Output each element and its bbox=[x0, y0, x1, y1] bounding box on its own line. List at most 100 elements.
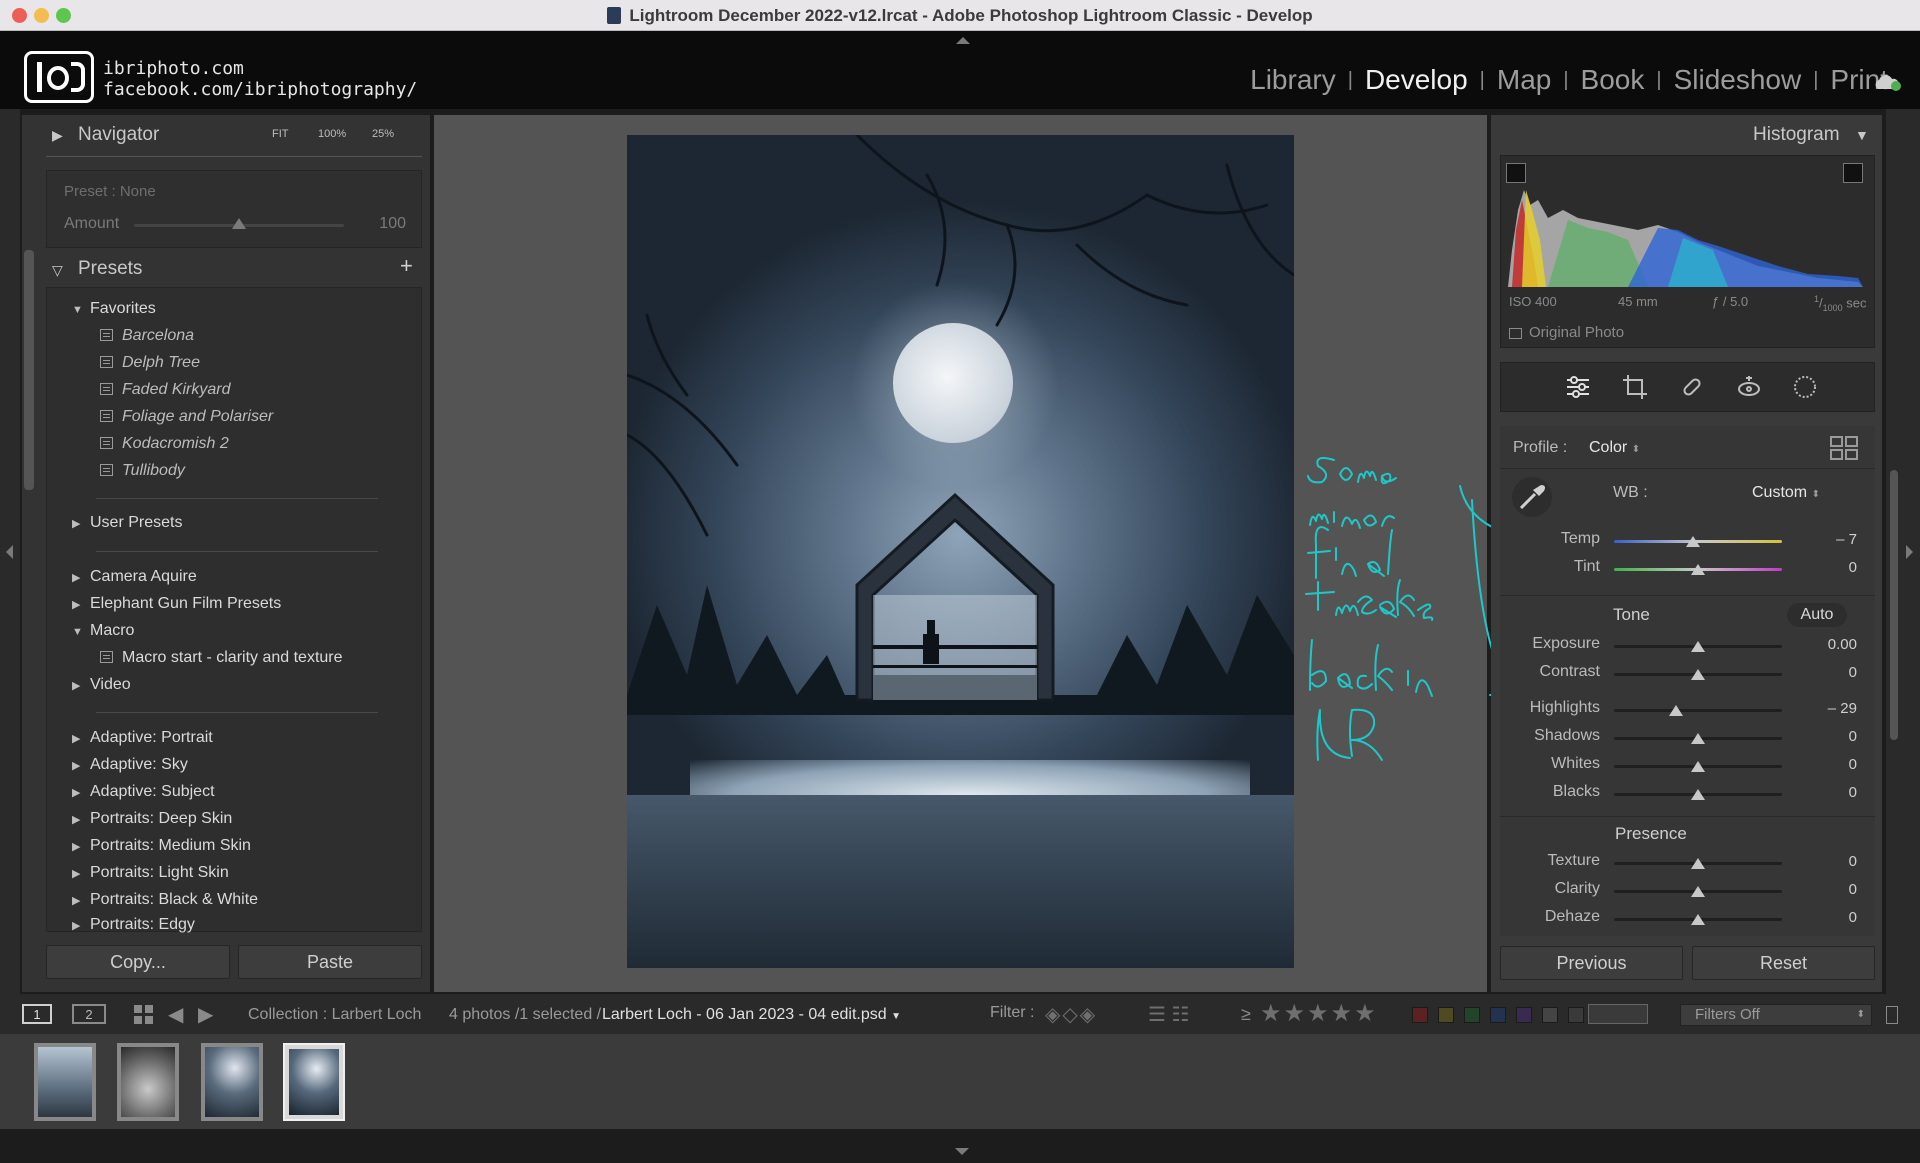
collection-label[interactable]: Collection : Larbert Loch bbox=[248, 1006, 421, 1024]
navigator-fit[interactable]: FIT bbox=[272, 128, 289, 140]
second-window-button[interactable]: 2 bbox=[72, 1004, 106, 1024]
edited-filter-icons[interactable]: ☰ ☷ bbox=[1148, 1002, 1189, 1027]
right-panel-scrollbar[interactable] bbox=[1890, 470, 1898, 740]
preset-folder[interactable]: ▶ Adaptive: Sky bbox=[72, 756, 188, 774]
next-photo-icon[interactable]: ▶ bbox=[198, 1002, 213, 1027]
preset-folder[interactable]: ▶ Camera Aquire bbox=[72, 568, 197, 586]
preset-folder[interactable]: ▶ Portraits: Deep Skin bbox=[72, 810, 232, 828]
preset-folder-user-presets[interactable]: ▶ User Presets bbox=[72, 514, 182, 532]
color-green-filter[interactable] bbox=[1464, 1007, 1480, 1023]
profile-dropdown[interactable]: Color ⬍ bbox=[1589, 439, 1640, 457]
filmstrip-thumbnail-selected[interactable] bbox=[283, 1043, 345, 1121]
preset-folder[interactable]: ▶ Adaptive: Subject bbox=[72, 783, 215, 801]
preset-item[interactable]: Delph Tree bbox=[100, 354, 200, 372]
healing-icon[interactable] bbox=[1679, 374, 1705, 400]
color-yellow-filter[interactable] bbox=[1438, 1007, 1454, 1023]
preset-folder[interactable]: ▶ Adaptive: Portrait bbox=[72, 729, 213, 747]
module-book[interactable]: Book bbox=[1581, 64, 1645, 96]
color-none-filter[interactable] bbox=[1568, 1007, 1584, 1023]
navigator-100[interactable]: 100% bbox=[318, 128, 346, 140]
auto-tone-button[interactable]: Auto bbox=[1787, 603, 1847, 627]
profile-browser-icon[interactable] bbox=[1830, 436, 1858, 460]
filename-dropdown[interactable]: Larbert Loch - 06 Jan 2023 - 04 edit.psd… bbox=[602, 1006, 901, 1024]
filmstrip-thumbnail[interactable] bbox=[117, 1043, 179, 1121]
texture-slider-thumb[interactable] bbox=[1691, 858, 1705, 869]
filmstrip-thumbnail[interactable] bbox=[34, 1043, 96, 1121]
module-develop[interactable]: Develop bbox=[1365, 64, 1468, 96]
preset-folder-video[interactable]: ▶ Video bbox=[72, 676, 131, 694]
contrast-value[interactable]: 0 bbox=[1797, 664, 1857, 681]
histogram-collapse-icon[interactable]: ▼ bbox=[1855, 127, 1869, 143]
module-library[interactable]: Library bbox=[1250, 64, 1336, 96]
presets-title[interactable]: Presets bbox=[78, 258, 142, 280]
filmstrip-thumbnail[interactable] bbox=[201, 1043, 263, 1121]
filter-lock-icon[interactable] bbox=[1886, 1006, 1898, 1024]
top-panel-toggle-icon[interactable] bbox=[956, 37, 970, 44]
bottom-panel-toggle-icon[interactable] bbox=[955, 1148, 969, 1155]
highlights-slider-thumb[interactable] bbox=[1669, 705, 1684, 716]
previous-button[interactable]: Previous bbox=[1500, 946, 1683, 980]
navigator-25[interactable]: 25% bbox=[372, 128, 394, 140]
clarity-value[interactable]: 0 bbox=[1797, 881, 1857, 898]
color-other-filter[interactable] bbox=[1542, 1007, 1558, 1023]
preset-item[interactable]: Foliage and Polariser bbox=[100, 408, 273, 426]
whites-value[interactable]: 0 bbox=[1797, 756, 1857, 773]
module-map[interactable]: Map bbox=[1497, 64, 1551, 96]
temp-value[interactable]: – 7 bbox=[1797, 531, 1857, 548]
shadows-value[interactable]: 0 bbox=[1797, 728, 1857, 745]
red-eye-icon[interactable] bbox=[1736, 374, 1762, 400]
copy-settings-button[interactable]: Copy... bbox=[46, 945, 230, 979]
navigator-title[interactable]: Navigator bbox=[78, 124, 159, 146]
main-window-button[interactable]: 1 bbox=[22, 1004, 52, 1024]
filter-kind-icons[interactable] bbox=[1588, 1004, 1648, 1024]
amount-slider-thumb[interactable] bbox=[232, 218, 246, 229]
preset-item[interactable]: Tullibody bbox=[100, 462, 185, 480]
edit-sliders-icon[interactable] bbox=[1565, 374, 1591, 400]
preset-item[interactable]: Macro start - clarity and texture bbox=[100, 649, 343, 667]
color-label-filter[interactable] bbox=[1412, 1007, 1594, 1028]
highlights-value[interactable]: – 29 bbox=[1797, 700, 1857, 717]
clarity-slider-thumb[interactable] bbox=[1691, 886, 1705, 897]
shadows-slider-thumb[interactable] bbox=[1691, 733, 1705, 744]
color-red-filter[interactable] bbox=[1412, 1007, 1428, 1023]
wb-dropdown[interactable]: Custom ⬍ bbox=[1752, 484, 1820, 502]
rating-gte[interactable]: ≥ bbox=[1241, 1004, 1251, 1025]
star-filter[interactable]: ★★★★★ bbox=[1260, 999, 1378, 1028]
preset-folder[interactable]: ▶ Elephant Gun Film Presets bbox=[72, 595, 281, 613]
preset-folder[interactable]: ▶ Portraits: Medium Skin bbox=[72, 837, 251, 855]
reset-button[interactable]: Reset bbox=[1692, 946, 1875, 980]
exposure-slider-thumb[interactable] bbox=[1691, 641, 1705, 652]
crop-icon[interactable] bbox=[1622, 374, 1648, 400]
temp-slider-thumb[interactable] bbox=[1685, 536, 1700, 547]
preset-folder-macro[interactable]: ▼ Macro bbox=[72, 622, 134, 640]
preset-item[interactable]: Faded Kirkyard bbox=[100, 381, 231, 399]
paste-settings-button[interactable]: Paste bbox=[238, 945, 422, 979]
filter-preset-dropdown[interactable]: Filters Off ⬍ bbox=[1680, 1004, 1872, 1026]
preset-folder-favorites[interactable]: ▼ Favorites bbox=[72, 300, 156, 318]
tint-slider-thumb[interactable] bbox=[1691, 564, 1705, 575]
preset-folder[interactable]: ▶ Portraits: Edgy bbox=[72, 916, 195, 934]
blacks-value[interactable]: 0 bbox=[1797, 784, 1857, 801]
grid-view-icon[interactable] bbox=[134, 1005, 154, 1025]
add-preset-icon[interactable]: + bbox=[400, 253, 413, 279]
module-slideshow[interactable]: Slideshow bbox=[1674, 64, 1802, 96]
tint-value[interactable]: 0 bbox=[1797, 559, 1857, 576]
navigator-collapse-icon[interactable]: ▶ bbox=[52, 127, 63, 144]
masking-icon[interactable] bbox=[1792, 374, 1818, 400]
original-photo-checkbox[interactable] bbox=[1509, 328, 1522, 339]
exposure-value[interactable]: 0.00 bbox=[1797, 636, 1857, 653]
color-purple-filter[interactable] bbox=[1516, 1007, 1532, 1023]
preset-folder[interactable]: ▶ Portraits: Light Skin bbox=[72, 864, 229, 882]
flag-filter-icons[interactable]: ◈◇◈ bbox=[1045, 1002, 1097, 1027]
wb-eyedropper-icon[interactable] bbox=[1511, 476, 1553, 518]
preset-item[interactable]: Barcelona bbox=[100, 327, 194, 345]
histogram-graph[interactable] bbox=[1508, 170, 1863, 287]
whites-slider-thumb[interactable] bbox=[1691, 761, 1705, 772]
texture-value[interactable]: 0 bbox=[1797, 853, 1857, 870]
left-panel-toggle-icon[interactable] bbox=[6, 545, 13, 559]
previous-photo-icon[interactable]: ◀ bbox=[168, 1002, 183, 1027]
highlights-slider-track[interactable] bbox=[1614, 709, 1782, 712]
cloud-sync-icon[interactable] bbox=[1872, 72, 1902, 92]
contrast-slider-thumb[interactable] bbox=[1691, 669, 1705, 680]
dehaze-value[interactable]: 0 bbox=[1797, 909, 1857, 926]
